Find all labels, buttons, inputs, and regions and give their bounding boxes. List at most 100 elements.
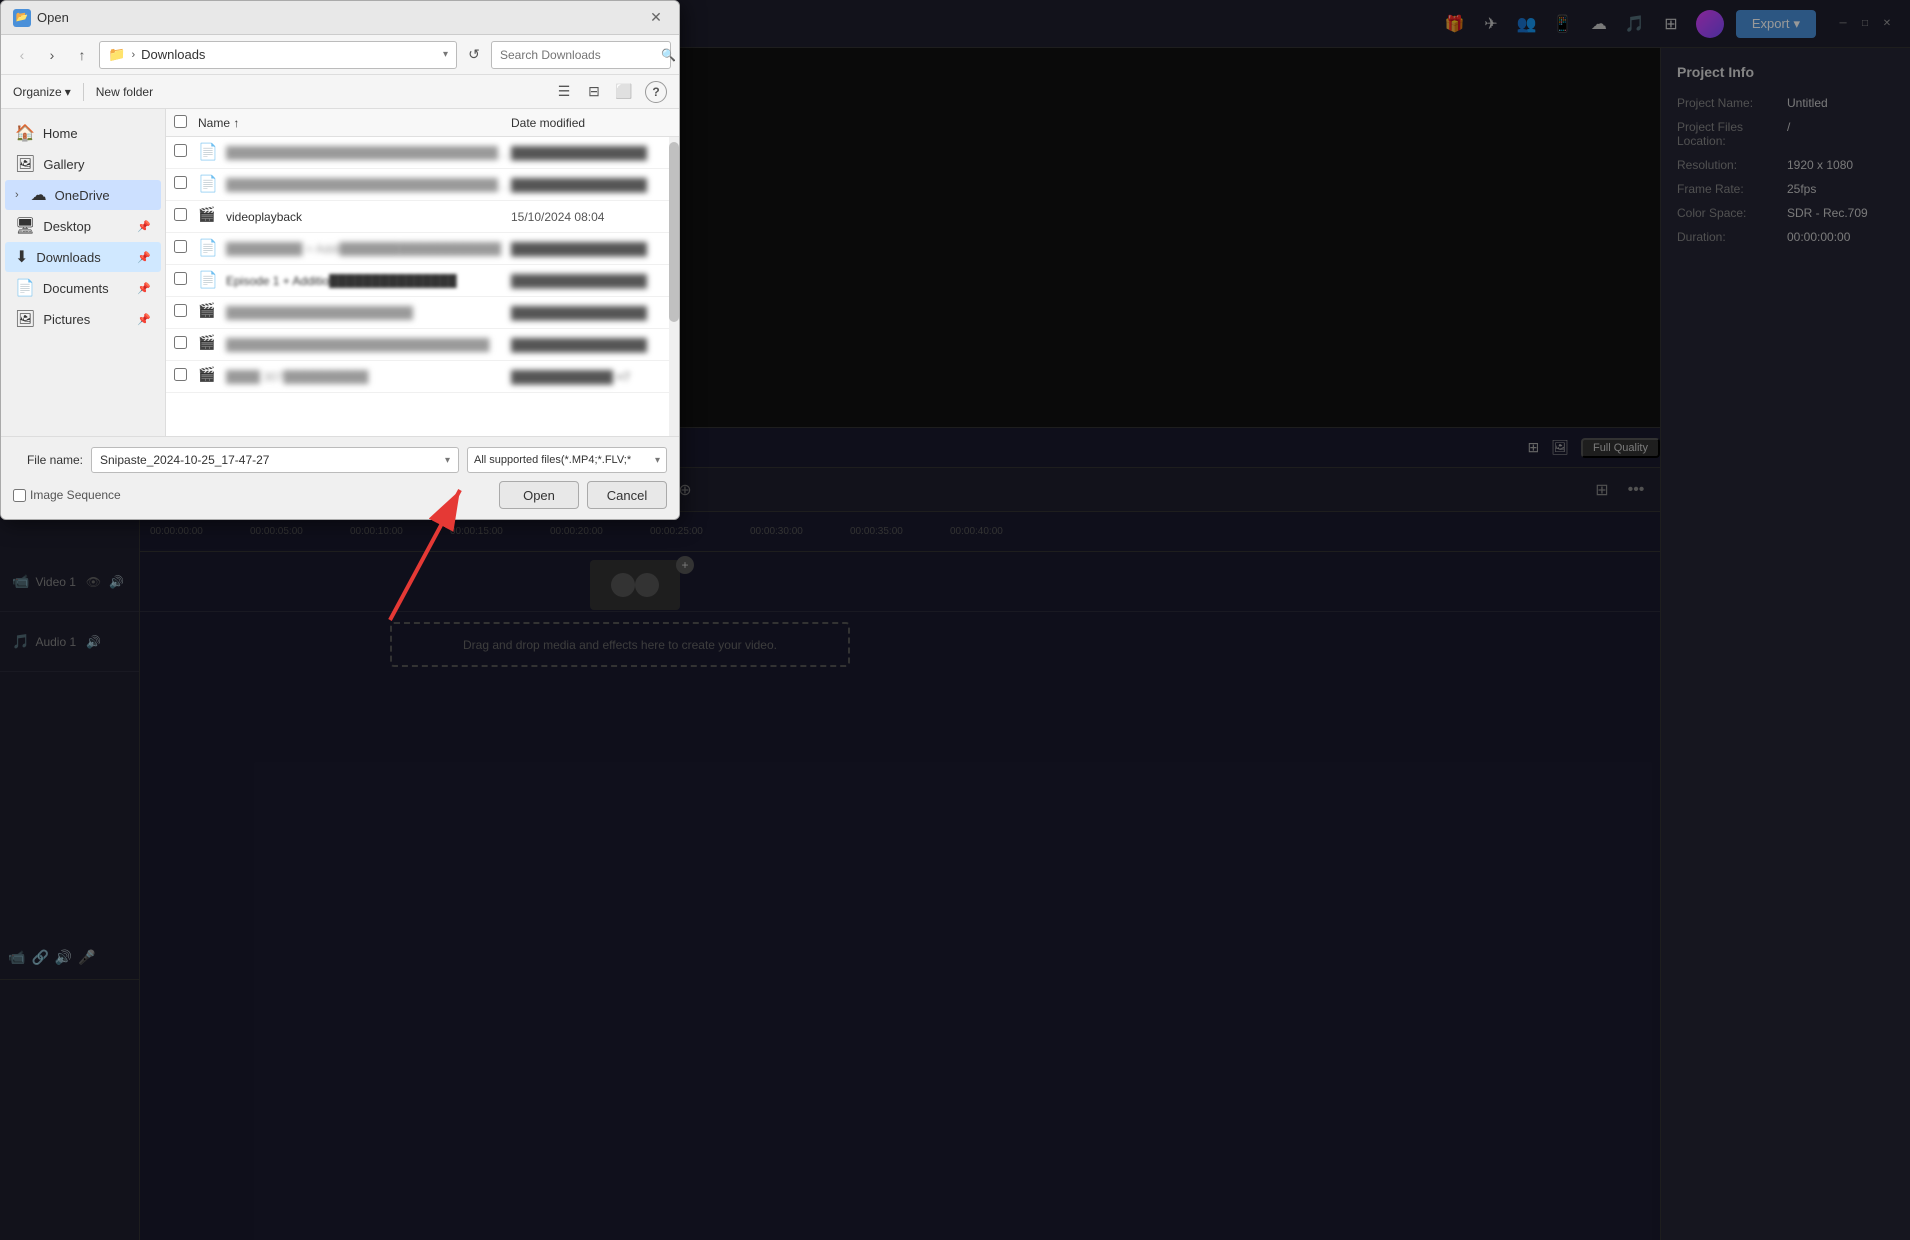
file-date-4: ████████████████ bbox=[511, 242, 671, 256]
sidebar-item-documents[interactable]: 📄 Documents 📌 bbox=[5, 273, 161, 303]
column-name-header[interactable]: Name ↑ bbox=[198, 116, 511, 130]
dialog-toolbar: Organize ▾ New folder ☰ ⊟ ⬜ ? bbox=[1, 75, 679, 109]
dialog-sidebar: 🏠 Home 🖼 Gallery › ☁ OneDrive 🖥 Desktop … bbox=[1, 109, 166, 436]
filename-label: File name: bbox=[13, 453, 83, 467]
file-row[interactable]: 📄 ██████████████████████████████████████… bbox=[166, 137, 679, 169]
sidebar-item-gallery[interactable]: 🖼 Gallery bbox=[5, 149, 161, 179]
dialog-title-text: Open bbox=[37, 10, 645, 25]
file-icon-2: 📄 bbox=[198, 174, 220, 196]
file-icon-3: 🎬 bbox=[198, 206, 220, 228]
file-date-6: ████████████████ bbox=[511, 306, 671, 320]
file-name-5: Episode 1 + Additio███████████████ bbox=[226, 274, 511, 288]
address-dropdown-icon[interactable]: ▾ bbox=[443, 49, 448, 60]
pictures-icon: 🖼 bbox=[15, 309, 35, 329]
view-detail-button[interactable]: ⊟ bbox=[581, 79, 607, 105]
file-row[interactable]: 📄 Episode 1 + Additio███████████████ ███… bbox=[166, 265, 679, 297]
dialog-filelist[interactable]: Name ↑ Date modified 📄 █████████████████… bbox=[166, 109, 679, 436]
sidebar-arrow-icon: › bbox=[15, 189, 19, 201]
view-list-button[interactable]: ☰ bbox=[551, 79, 577, 105]
filetype-dropdown[interactable]: All supported files(*.MP4;*.FLV;* ▾ bbox=[467, 447, 667, 473]
dialog-titlebar: 📂 Open ✕ bbox=[1, 1, 679, 35]
dialog-overlay[interactable]: 📂 Open ✕ ‹ › ↑ 📁 › Downloads ▾ ↺ 🔍 Or bbox=[0, 0, 1910, 1240]
dialog-addressbar: ‹ › ↑ 📁 › Downloads ▾ ↺ 🔍 bbox=[1, 35, 679, 75]
file-row[interactable]: 🎬 ████ 307██████████ ████████████ ×7 bbox=[166, 361, 679, 393]
sidebar-item-desktop[interactable]: 🖥 Desktop 📌 bbox=[5, 211, 161, 241]
filename-value: Snipaste_2024-10-25_17-47-27 bbox=[100, 453, 269, 467]
organize-button[interactable]: Organize ▾ bbox=[13, 85, 71, 99]
filetype-value: All supported files(*.MP4;*.FLV;* bbox=[474, 454, 631, 466]
filetype-dropdown-icon: ▾ bbox=[655, 455, 660, 466]
nav-forward-button[interactable]: › bbox=[39, 42, 65, 68]
sidebar-item-pictures[interactable]: 🖼 Pictures 📌 bbox=[5, 304, 161, 334]
pictures-pin-icon: 📌 bbox=[137, 313, 151, 326]
filename-row: File name: Snipaste_2024-10-25_17-47-27 … bbox=[13, 447, 667, 473]
image-sequence-row: Image Sequence bbox=[13, 488, 121, 502]
nav-back-button[interactable]: ‹ bbox=[9, 42, 35, 68]
dialog-title-icon: 📂 bbox=[13, 9, 31, 27]
image-sequence-checkbox[interactable] bbox=[13, 489, 26, 502]
file-name-6: ██████████████████████ bbox=[226, 306, 511, 320]
new-folder-button[interactable]: New folder bbox=[96, 85, 153, 99]
refresh-button[interactable]: ↺ bbox=[461, 42, 487, 68]
search-icon: 🔍 bbox=[661, 48, 676, 62]
downloads-pin-icon: 📌 bbox=[137, 251, 151, 264]
file-row[interactable]: 🎬 videoplayback 15/10/2024 08:04 bbox=[166, 201, 679, 233]
desktop-pin-icon: 📌 bbox=[137, 220, 151, 233]
nav-up-button[interactable]: ↑ bbox=[69, 42, 95, 68]
file-icon-7: 🎬 bbox=[198, 334, 220, 356]
file-row[interactable]: 🎬 ██████████████████████ ███████████████… bbox=[166, 297, 679, 329]
column-date-header[interactable]: Date modified bbox=[511, 116, 671, 130]
onedrive-icon: ☁ bbox=[31, 185, 47, 205]
image-sequence-label: Image Sequence bbox=[30, 488, 121, 502]
action-row: Image Sequence Open Cancel bbox=[13, 481, 667, 509]
file-name-1: ████████████████████████████████████████ bbox=[226, 146, 511, 160]
search-input[interactable] bbox=[500, 48, 655, 62]
cancel-button[interactable]: Cancel bbox=[587, 481, 667, 509]
search-box[interactable]: 🔍 bbox=[491, 41, 671, 69]
view-pane-button[interactable]: ⬜ bbox=[611, 79, 637, 105]
file-name-3: videoplayback bbox=[226, 210, 511, 224]
select-all-checkbox[interactable] bbox=[174, 115, 187, 128]
file-date-7: ████████████████ bbox=[511, 338, 671, 352]
view-buttons: ☰ ⊟ ⬜ bbox=[551, 79, 637, 105]
sidebar-item-downloads[interactable]: ⬇ Downloads 📌 bbox=[5, 242, 161, 272]
file-icon-5: 📄 bbox=[198, 270, 220, 292]
file-icon-8: 🎬 bbox=[198, 366, 220, 388]
file-icon-4: 📄 bbox=[198, 238, 220, 260]
filename-dropdown-icon[interactable]: ▾ bbox=[445, 455, 450, 466]
scrollbar-thumb[interactable] bbox=[669, 142, 679, 322]
file-date-2: ████████████████ bbox=[511, 178, 671, 192]
address-folder-icon: 📁 bbox=[108, 46, 125, 63]
open-button[interactable]: Open bbox=[499, 481, 579, 509]
filelist-scrollbar[interactable] bbox=[669, 109, 679, 436]
filelist-header: Name ↑ Date modified bbox=[166, 109, 679, 137]
file-name-7: ███████████████████████████████ bbox=[226, 338, 511, 352]
file-row[interactable]: 🎬 ███████████████████████████████ ██████… bbox=[166, 329, 679, 361]
file-date-5: ████████████████ bbox=[511, 274, 671, 288]
file-date-3: 15/10/2024 08:04 bbox=[511, 210, 671, 224]
dialog-close-button[interactable]: ✕ bbox=[645, 7, 667, 29]
documents-icon: 📄 bbox=[15, 278, 35, 298]
filename-input-box[interactable]: Snipaste_2024-10-25_17-47-27 ▾ bbox=[91, 447, 459, 473]
file-date-1: ████████████████ bbox=[511, 146, 671, 160]
help-button[interactable]: ? bbox=[645, 81, 667, 103]
file-row[interactable]: 📄 ██████████████████████████████████████… bbox=[166, 169, 679, 201]
open-dialog: 📂 Open ✕ ‹ › ↑ 📁 › Downloads ▾ ↺ 🔍 Or bbox=[0, 0, 680, 520]
home-icon: 🏠 bbox=[15, 123, 35, 143]
sidebar-item-home[interactable]: 🏠 Home bbox=[5, 118, 161, 148]
file-date-8: ████████████ ×7 bbox=[511, 370, 671, 384]
toolbar-separator bbox=[83, 83, 84, 101]
sidebar-item-onedrive[interactable]: › ☁ OneDrive bbox=[5, 180, 161, 210]
dialog-bottom: File name: Snipaste_2024-10-25_17-47-27 … bbox=[1, 436, 679, 519]
address-text: Downloads bbox=[141, 47, 205, 62]
file-row[interactable]: 📄 █████████ + Addi███████████████████ ██… bbox=[166, 233, 679, 265]
file-name-8: ████ 307██████████ bbox=[226, 370, 511, 384]
downloads-icon: ⬇ bbox=[15, 247, 28, 267]
file-name-4: █████████ + Addi███████████████████ bbox=[226, 242, 511, 256]
file-icon-6: 🎬 bbox=[198, 302, 220, 324]
gallery-icon: 🖼 bbox=[15, 154, 35, 174]
address-box[interactable]: 📁 › Downloads ▾ bbox=[99, 41, 457, 69]
file-name-2: ██████████████████████████████████████ bbox=[226, 178, 511, 192]
dialog-main: 🏠 Home 🖼 Gallery › ☁ OneDrive 🖥 Desktop … bbox=[1, 109, 679, 436]
documents-pin-icon: 📌 bbox=[137, 282, 151, 295]
